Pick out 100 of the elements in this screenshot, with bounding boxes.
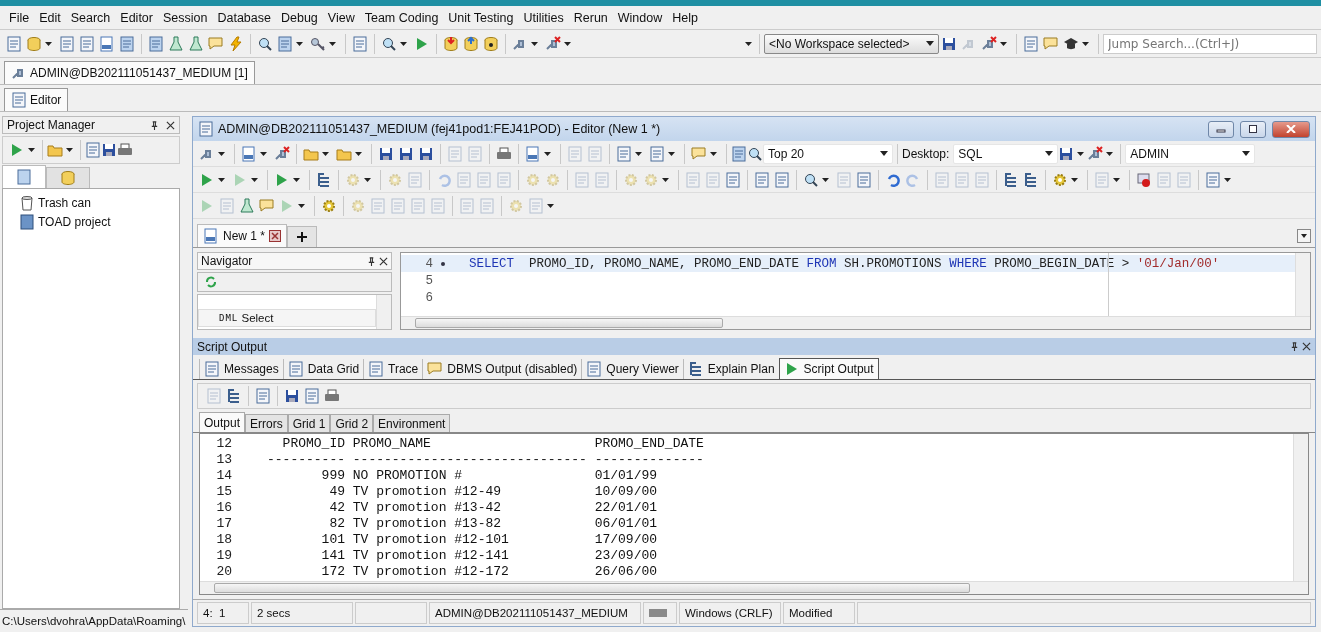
scrollbar[interactable]	[200, 581, 1308, 594]
minimize-button[interactable]	[1208, 120, 1234, 138]
caret-icon[interactable]	[1045, 151, 1054, 156]
caret-icon[interactable]	[66, 148, 73, 152]
output-subtab[interactable]: Grid 2	[330, 414, 374, 432]
caret-icon[interactable]	[364, 177, 371, 182]
caret-icon[interactable]	[1000, 41, 1007, 46]
menu-item[interactable]: Editor	[115, 10, 158, 25]
caret-icon[interactable]	[880, 151, 888, 156]
sql-file-icon[interactable]	[241, 145, 257, 162]
panel-tab[interactable]	[2, 165, 46, 188]
output-tab[interactable]: Data Grid	[282, 359, 364, 379]
printer-icon[interactable]	[496, 145, 512, 162]
connection-tab[interactable]: ADMIN@DB202111051437_MEDIUM [1]	[4, 61, 255, 84]
tree-icon[interactable]	[1003, 171, 1019, 188]
plug-cross-icon[interactable]	[1087, 145, 1104, 162]
menu-item[interactable]: Edit	[34, 10, 66, 25]
output-tab[interactable]: Explain Plan	[682, 359, 779, 379]
caret-icon[interactable]	[1106, 151, 1114, 156]
window-icon[interactable]	[148, 35, 164, 52]
magnifier-icon[interactable]	[381, 35, 397, 52]
document-icon[interactable]	[198, 121, 214, 137]
record-icon[interactable]	[1136, 171, 1152, 188]
save-icon[interactable]	[378, 145, 394, 162]
output-tab[interactable]: DBMS Output (disabled)	[422, 359, 582, 379]
sql-file-icon[interactable]	[203, 228, 219, 244]
caret-icon[interactable]	[1224, 177, 1231, 182]
gear-icon[interactable]	[321, 197, 337, 214]
menu-item[interactable]: Utilities	[518, 10, 569, 25]
document-icon[interactable]	[774, 171, 790, 188]
refresh-icon[interactable]	[203, 274, 219, 290]
flask-icon[interactable]	[168, 35, 184, 52]
graduation-cap-icon[interactable]	[1063, 35, 1079, 52]
save-icon[interactable]	[284, 388, 300, 404]
document-icon[interactable]	[725, 171, 741, 188]
caret-icon[interactable]	[544, 151, 551, 156]
output-subtab[interactable]: Errors	[245, 414, 288, 432]
caret-icon[interactable]	[1242, 151, 1251, 156]
lightning-icon[interactable]	[228, 35, 244, 52]
caret-icon[interactable]	[45, 41, 52, 46]
printer-icon[interactable]	[117, 142, 133, 158]
menu-item[interactable]: Debug	[275, 10, 323, 25]
document-icon[interactable]	[11, 92, 27, 108]
scrollbar[interactable]	[1295, 253, 1310, 316]
schema-dropdown[interactable]: ADMIN	[1125, 143, 1256, 164]
scrollbar[interactable]	[376, 295, 391, 329]
menu-item[interactable]: Help	[667, 10, 703, 25]
navigator-item[interactable]: DML Select	[198, 309, 376, 327]
output-tab[interactable]: Messages	[199, 359, 283, 379]
menu-item[interactable]: Unit Testing	[443, 10, 519, 25]
pin-icon[interactable]	[1290, 342, 1299, 351]
tree-icon[interactable]	[316, 171, 332, 188]
save-icon[interactable]	[418, 145, 434, 162]
close-icon[interactable]	[269, 230, 282, 242]
caret-icon[interactable]	[251, 177, 258, 182]
caret-icon[interactable]	[218, 177, 225, 182]
caret-icon[interactable]	[822, 177, 829, 182]
caret-icon[interactable]	[218, 151, 225, 156]
caret-icon[interactable]	[1082, 41, 1089, 46]
tab-list-dropdown[interactable]	[1297, 229, 1311, 243]
close-icon[interactable]	[1302, 342, 1311, 351]
caret-icon[interactable]	[355, 151, 362, 156]
document-icon[interactable]	[204, 361, 220, 377]
caret-icon[interactable]	[745, 41, 752, 46]
tree-icon[interactable]	[687, 361, 704, 377]
caret-icon[interactable]	[531, 41, 538, 46]
speech-bubble-icon[interactable]	[208, 35, 224, 52]
window-tab[interactable]: Editor	[4, 88, 69, 111]
flask-icon[interactable]	[239, 197, 255, 214]
output-tab[interactable]: Query Viewer	[581, 359, 683, 379]
sql-file-icon[interactable]	[525, 145, 541, 162]
save-icon[interactable]	[398, 145, 414, 162]
caret-icon[interactable]	[296, 41, 303, 46]
caret-icon[interactable]	[547, 203, 554, 208]
caret-icon[interactable]	[329, 41, 336, 46]
pin-icon[interactable]	[367, 256, 376, 266]
maximize-button[interactable]	[1240, 120, 1266, 138]
menu-item[interactable]: Session	[157, 10, 213, 25]
caret-icon[interactable]	[322, 151, 329, 156]
document-icon[interactable]	[59, 35, 75, 52]
menu-item[interactable]: View	[322, 10, 360, 25]
close-icon[interactable]	[166, 120, 175, 130]
caret-icon[interactable]	[564, 41, 571, 46]
flask-icon[interactable]	[188, 35, 204, 52]
panel-tab[interactable]	[46, 167, 90, 188]
document-icon[interactable]	[1023, 35, 1039, 52]
pin-icon[interactable]	[150, 120, 159, 130]
caret-icon[interactable]	[260, 151, 267, 156]
plug-cross-icon[interactable]	[274, 145, 290, 162]
save-icon[interactable]	[101, 142, 117, 158]
menu-item[interactable]: Search	[65, 10, 116, 25]
gear-icon[interactable]	[1052, 171, 1068, 188]
output-subtab[interactable]: Grid 1	[287, 414, 331, 432]
row-limit-dropdown[interactable]: Top 20	[763, 143, 893, 164]
jump-search-field[interactable]: Jump Search...(Ctrl+J)	[1103, 33, 1317, 54]
database-down-icon[interactable]	[443, 35, 459, 52]
caret-icon[interactable]	[1077, 151, 1085, 156]
close-icon[interactable]	[379, 256, 388, 266]
speech-bubble-icon[interactable]	[427, 361, 444, 377]
scrollbar[interactable]	[1293, 434, 1308, 581]
